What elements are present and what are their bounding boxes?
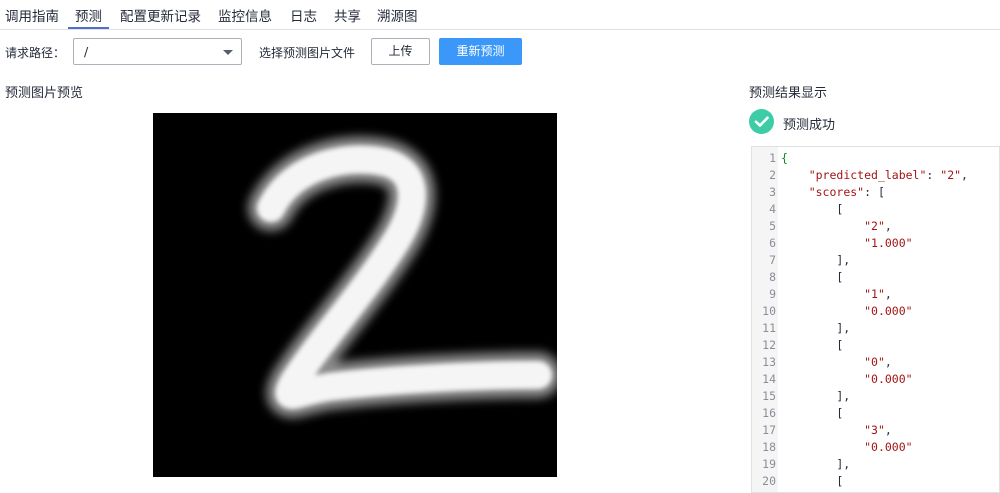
code-line: 3 "scores": [ — [752, 184, 999, 201]
code-line: 1{ — [752, 150, 999, 167]
line-number: 6 — [769, 236, 776, 250]
code-line: 18 "0.000" — [752, 439, 999, 456]
code-text: "predicted_label": "2", — [808, 168, 968, 182]
prediction-status: 预测成功 — [783, 118, 836, 133]
code-text: [ — [781, 338, 844, 352]
choose-file-label: 选择预测图片文件 — [259, 46, 356, 60]
tab-guide[interactable]: 调用指南 — [5, 5, 59, 29]
code-text: [ — [781, 270, 844, 284]
tab-bar: 调用指南 预测 配置更新记录 监控信息 日志 共享 溯源图 — [0, 0, 1000, 30]
code-line: 14 "0.000" — [752, 371, 999, 388]
line-number: 13 — [762, 355, 776, 369]
line-number: 2 — [769, 168, 776, 182]
code-text: "scores": [ — [808, 185, 885, 199]
code-text: "2", — [864, 219, 892, 233]
tab-predict[interactable]: 预测 — [68, 5, 109, 29]
result-json-viewer[interactable]: 1{2 "predicted_label": "2", 3 "scores": [… — [751, 146, 1000, 493]
line-number: 18 — [762, 440, 776, 454]
code-line: 20 [ — [752, 473, 999, 490]
tab-config-history[interactable]: 配置更新记录 — [120, 5, 201, 29]
line-number: 19 — [762, 457, 776, 471]
check-circle-icon — [749, 109, 774, 134]
code-line: 19 ], — [752, 456, 999, 473]
line-number: 12 — [762, 338, 776, 352]
handwritten-digit-image — [153, 113, 561, 477]
line-number: 11 — [762, 321, 776, 335]
code-text: ], — [781, 457, 851, 471]
code-line: 2 "predicted_label": "2", — [752, 167, 999, 184]
line-number: 17 — [762, 423, 776, 437]
tab-monitoring[interactable]: 监控信息 — [218, 5, 272, 29]
upload-button[interactable]: 上传 — [371, 38, 430, 65]
line-number: 3 — [769, 185, 776, 199]
code-text: "3", — [864, 423, 892, 437]
line-number: 15 — [762, 389, 776, 403]
code-line: 5 "2", — [752, 218, 999, 235]
code-text: "0.000" — [864, 440, 913, 454]
line-number: 20 — [762, 474, 776, 488]
tab-share[interactable]: 共享 — [334, 5, 361, 29]
tab-lineage[interactable]: 溯源图 — [377, 5, 418, 29]
code-text: [ — [781, 474, 844, 488]
code-line: 9 "1", — [752, 286, 999, 303]
line-number: 7 — [769, 253, 776, 267]
code-text: [ — [781, 406, 844, 420]
result-title: 预测结果显示 — [749, 86, 828, 101]
code-line: 16 [ — [752, 405, 999, 422]
preview-image — [153, 113, 561, 477]
code-text: ], — [781, 321, 851, 335]
line-number: 8 — [769, 270, 776, 284]
code-text: "1", — [864, 287, 892, 301]
tab-logs[interactable]: 日志 — [290, 5, 317, 29]
code-text: "0", — [864, 355, 892, 369]
code-line: 13 "0", — [752, 354, 999, 371]
line-number: 5 — [769, 219, 776, 233]
request-path-select[interactable]: / — [73, 38, 242, 65]
code-text: ], — [781, 253, 851, 267]
code-line: 10 "0.000" — [752, 303, 999, 320]
code-line: 17 "3", — [752, 422, 999, 439]
code-text: { — [781, 151, 788, 165]
request-path-value: / — [84, 44, 89, 59]
line-number: 1 — [769, 151, 776, 165]
request-path-label: 请求路径： — [5, 46, 66, 60]
line-number: 4 — [769, 202, 776, 216]
preview-title: 预测图片预览 — [5, 86, 84, 101]
line-number: 10 — [762, 304, 776, 318]
code-line: 8 [ — [752, 269, 999, 286]
code-text: "0.000" — [864, 372, 913, 386]
code-line: 4 [ — [752, 201, 999, 218]
code-text: ], — [781, 389, 851, 403]
code-line: 6 "1.000" — [752, 235, 999, 252]
line-number: 16 — [762, 406, 776, 420]
code-text: "0.000" — [864, 304, 913, 318]
repredict-button[interactable]: 重新预测 — [439, 38, 522, 65]
code-text: "1.000" — [864, 236, 913, 250]
line-number: 14 — [762, 372, 776, 386]
caret-down-icon — [223, 50, 233, 55]
code-line: 15 ], — [752, 388, 999, 405]
code-line: 11 ], — [752, 320, 999, 337]
code-text: [ — [781, 202, 844, 216]
line-number: 9 — [769, 287, 776, 301]
code-line: 12 [ — [752, 337, 999, 354]
code-line: 7 ], — [752, 252, 999, 269]
